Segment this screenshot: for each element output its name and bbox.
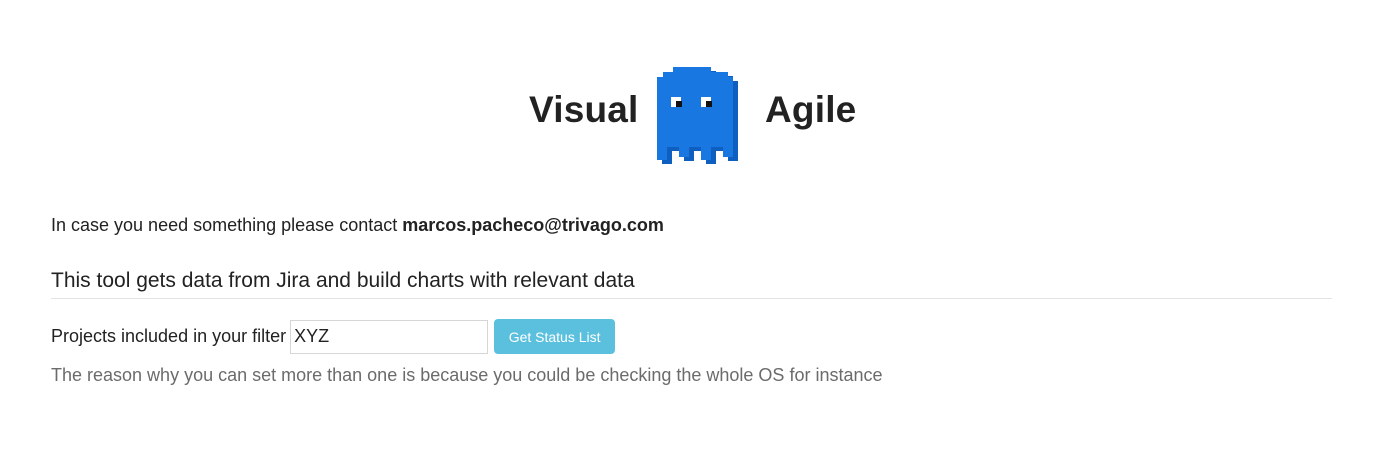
project-filter-input[interactable]	[290, 319, 489, 354]
contact-prefix: In case you need something please contac…	[51, 215, 403, 235]
contact-line: In case you need something please contac…	[51, 213, 664, 237]
project-filter-label: Projects included in your filter	[51, 326, 287, 346]
brand-title-right: Agile	[765, 89, 857, 130]
ghost-icon	[657, 67, 738, 164]
filter-help-text: The reason why you can set more than one…	[51, 365, 883, 385]
get-status-list-button[interactable]: Get Status List	[494, 319, 616, 354]
project-filter-row: Projects included in your filter Get Sta…	[51, 319, 616, 354]
header: Visual Agile	[0, 30, 1400, 164]
tool-description: This tool gets data from Jira and build …	[51, 268, 1332, 299]
contact-email: marcos.pacheco@trivago.com	[402, 215, 664, 235]
page: Visual Agile In case you need something …	[0, 0, 1400, 450]
brand-title-left: Visual	[529, 89, 639, 130]
